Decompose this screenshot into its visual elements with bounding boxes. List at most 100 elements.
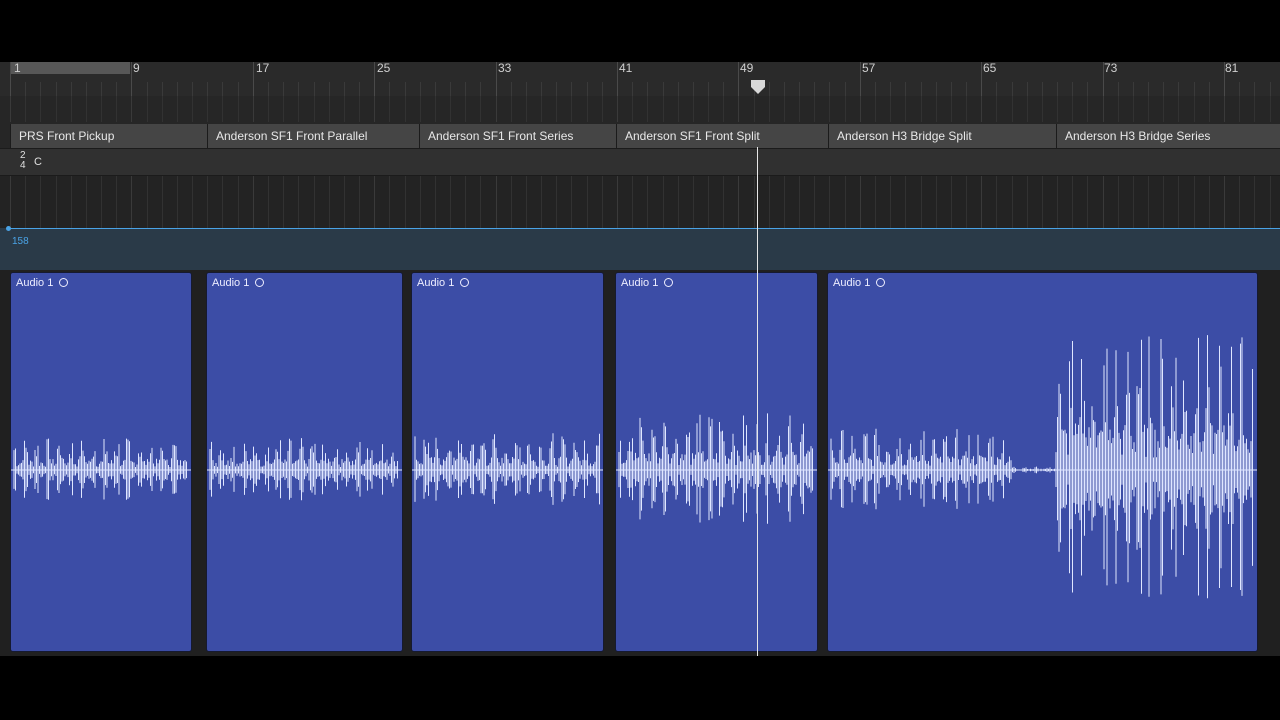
key-signature[interactable]: C xyxy=(34,156,42,168)
grid-line xyxy=(511,176,512,228)
grid-line xyxy=(268,176,269,228)
region-header: Audio 1 xyxy=(621,277,674,289)
grid-line xyxy=(708,176,709,228)
grid-line xyxy=(101,176,102,228)
grid-line xyxy=(571,96,572,122)
grid-line xyxy=(116,96,117,122)
grid-line xyxy=(526,176,527,228)
grid-line xyxy=(389,96,390,122)
grid-line xyxy=(799,96,800,122)
region-name: Audio 1 xyxy=(621,277,659,289)
grid-line xyxy=(71,96,72,122)
grid-line xyxy=(238,176,239,228)
grid-line xyxy=(344,96,345,122)
grid-line xyxy=(814,96,815,122)
grid-line xyxy=(207,176,208,228)
ruler-tick xyxy=(480,82,481,96)
audio-region[interactable]: Audio 1 xyxy=(411,272,604,652)
grid-line xyxy=(678,96,679,122)
grid-line xyxy=(131,96,132,122)
grid-line xyxy=(1163,176,1164,228)
ruler-tick xyxy=(238,82,239,96)
grid-line xyxy=(511,96,512,122)
ruler-tick xyxy=(86,82,87,96)
ruler-tick xyxy=(738,62,739,96)
time-signature[interactable]: 2 4 xyxy=(20,151,26,171)
grid-line xyxy=(799,176,800,228)
grid-line xyxy=(1194,96,1195,122)
ruler-tick xyxy=(298,82,299,96)
grid-line xyxy=(541,176,542,228)
grid-line xyxy=(450,96,451,122)
audio-region[interactable]: Audio 1 xyxy=(827,272,1258,652)
grid-line xyxy=(1103,96,1104,122)
grid-line xyxy=(192,96,193,122)
tempo-line[interactable] xyxy=(8,228,1280,229)
grid-line xyxy=(1209,176,1210,228)
region-name: Audio 1 xyxy=(417,277,455,289)
ruler-tick xyxy=(162,82,163,96)
loop-circle-icon xyxy=(59,278,69,287)
playhead-handle-icon[interactable] xyxy=(750,80,766,94)
grid-line xyxy=(571,176,572,228)
grid-line xyxy=(1012,96,1013,122)
ruler-tick xyxy=(25,82,26,96)
cycle-region[interactable] xyxy=(10,62,130,74)
grid-line xyxy=(480,176,481,228)
marker-label: Anderson SF1 Front Series xyxy=(428,129,574,143)
grid-line xyxy=(25,96,26,122)
marker[interactable]: Anderson SF1 Front Parallel xyxy=(207,124,419,148)
ruler-tick xyxy=(784,82,785,96)
ruler-tick xyxy=(192,82,193,96)
grid-line xyxy=(693,176,694,228)
grid-line xyxy=(526,96,527,122)
marker-track: PRS Front Pickup Anderson SF1 Front Para… xyxy=(0,122,1280,148)
grid-line xyxy=(996,176,997,228)
waveform xyxy=(828,335,1257,599)
grid-line xyxy=(981,96,982,122)
audio-region[interactable]: Audio 1 xyxy=(206,272,403,652)
grid-line xyxy=(723,96,724,122)
grid-line xyxy=(541,96,542,122)
playhead-line[interactable] xyxy=(757,147,758,656)
tempo-track[interactable]: 158 xyxy=(0,226,1280,270)
tempo-node[interactable] xyxy=(6,226,11,231)
marker[interactable]: Anderson H3 Bridge Series xyxy=(1056,124,1280,148)
grid-line xyxy=(450,176,451,228)
grid-line xyxy=(1133,96,1134,122)
grid-line xyxy=(617,96,618,122)
grid-line xyxy=(496,176,497,228)
ruler-tick xyxy=(359,82,360,96)
bar-ruler[interactable]: 1 9 17 25 33 41 49 57 65 73 81 xyxy=(0,62,1280,96)
grid-line xyxy=(10,96,11,122)
grid-line xyxy=(602,96,603,122)
grid-line xyxy=(860,96,861,122)
marker[interactable]: PRS Front Pickup xyxy=(10,124,207,148)
marker[interactable]: Anderson SF1 Front Split xyxy=(616,124,828,148)
region-name: Audio 1 xyxy=(16,277,54,289)
grid-line xyxy=(1178,96,1179,122)
grid-line xyxy=(829,96,830,122)
marker[interactable]: Anderson SF1 Front Series xyxy=(419,124,616,148)
grid-line xyxy=(647,176,648,228)
audio-region[interactable]: Audio 1 xyxy=(10,272,192,652)
grid-line xyxy=(314,176,315,228)
audio-region[interactable]: Audio 1 xyxy=(615,272,818,652)
signature-track[interactable]: 2 4 C xyxy=(0,148,1280,176)
marker[interactable]: Anderson H3 Bridge Split xyxy=(828,124,1056,148)
grid-line xyxy=(754,176,755,228)
grid-line xyxy=(131,176,132,228)
grid-line xyxy=(890,176,891,228)
grid-line xyxy=(1194,176,1195,228)
grid-line xyxy=(1012,176,1013,228)
ruler-tick xyxy=(1042,82,1043,96)
ruler-tick xyxy=(981,62,982,96)
grid-line xyxy=(738,176,739,228)
grid-line xyxy=(86,176,87,228)
grid-line xyxy=(314,96,315,122)
grid-line xyxy=(253,176,254,228)
grid-line xyxy=(283,96,284,122)
grid-line xyxy=(921,176,922,228)
waveform xyxy=(207,438,402,501)
ruler-tick xyxy=(268,82,269,96)
